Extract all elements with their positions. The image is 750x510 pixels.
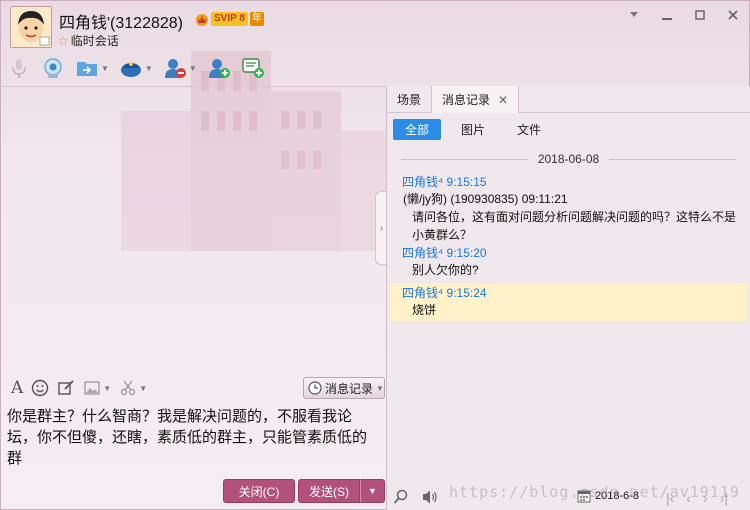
message-header: 四角钱⁴ 9:15:24	[390, 285, 747, 301]
chevron-down-icon[interactable]: ▼	[103, 384, 111, 393]
session-type: ☆ 临时会话	[58, 32, 119, 49]
filter-files[interactable]: 文件	[505, 119, 553, 140]
skin-dropdown-icon[interactable]	[626, 7, 642, 23]
font-icon[interactable]: A	[11, 378, 23, 398]
search-icon[interactable]	[393, 489, 409, 505]
send-row: 关闭(C) 发送(S) ▼	[2, 479, 386, 504]
clock-icon	[308, 381, 322, 395]
tab-message-history[interactable]: 消息记录 ✕	[431, 86, 520, 113]
filter-images[interactable]: 图片	[449, 119, 497, 140]
message-body: 别人欠你的?	[412, 263, 479, 277]
add-user-button[interactable]	[207, 55, 231, 81]
edit-icon[interactable]	[57, 379, 75, 397]
minimize-icon[interactable]	[659, 7, 675, 23]
last-page-icon[interactable]: ›|	[720, 490, 728, 506]
chevron-down-icon: ▼	[188, 63, 197, 73]
message-history-button[interactable]: 消息记录 ▼	[303, 377, 385, 399]
history-date: 2018-06-08	[537, 152, 600, 166]
send-options-icon[interactable]: ▼	[360, 479, 385, 503]
remove-user-icon	[164, 59, 186, 78]
image-icon[interactable]	[83, 379, 101, 397]
microphone-icon[interactable]	[7, 55, 31, 81]
vip-level: SVIP 8	[211, 12, 248, 26]
contact-avatar[interactable]	[10, 6, 52, 48]
history-filters: 全部 图片 文件	[393, 119, 553, 140]
message-time: 9:15:24	[446, 286, 487, 300]
separator-line	[401, 158, 528, 160]
contact-name: 四角钱'(3122828)	[59, 15, 184, 32]
session-type-label: 临时会话	[70, 34, 119, 48]
tab-scene[interactable]: 场景	[387, 86, 431, 113]
calendar-date: 2018-6-8	[595, 490, 640, 502]
conversation-area[interactable]	[2, 86, 386, 374]
history-message[interactable]: 四角钱⁴ 9:15:20 别人欠你的?	[390, 245, 747, 279]
calendar-picker[interactable]: 2018-6-8	[577, 489, 639, 503]
history-pane: 场景 消息记录 ✕ 全部 图片 文件 2018-06-08 四角钱⁴ 9:15:…	[387, 86, 750, 510]
chat-toolbar: ▼ ▼ ▼	[7, 54, 265, 82]
separator-line	[609, 158, 737, 160]
history-message[interactable]: 四角钱⁴ 9:15:15 (懒/jy狗) (190930835) 09:11:2…	[390, 174, 747, 244]
message-history-label: 消息记录	[325, 381, 374, 396]
message-header: 四角钱⁴ 9:15:20	[390, 245, 747, 261]
sender-name: 四角钱⁴	[402, 175, 444, 189]
remote-assist-button[interactable]: ▼	[119, 55, 153, 81]
chevron-down-icon: ▼	[101, 63, 109, 73]
next-page-icon[interactable]: ›	[703, 490, 708, 506]
remote-assist-icon	[120, 62, 141, 77]
history-pager: |‹ ‹ › ›|	[666, 490, 728, 506]
chevron-down-icon: ▼	[144, 63, 153, 73]
file-transfer-icon	[77, 62, 97, 76]
first-page-icon[interactable]: |‹	[666, 490, 674, 506]
close-button[interactable]: 关闭(C)	[223, 479, 295, 503]
history-message-selected[interactable]: 四角钱⁴ 9:15:24 烧饼	[390, 283, 747, 321]
close-tab-icon[interactable]: ✕	[498, 93, 508, 107]
maximize-icon[interactable]	[692, 7, 708, 23]
tab-scene-label: 场景	[397, 93, 422, 107]
star-icon: ☆	[58, 33, 69, 48]
sender-name: 四角钱⁴	[402, 286, 444, 300]
message-button[interactable]	[241, 55, 265, 81]
message-body: 烧饼	[412, 303, 437, 317]
sender-name: 四角钱⁴	[402, 246, 444, 260]
add-user-icon	[208, 59, 230, 78]
date-separator: 2018-06-08	[401, 152, 737, 166]
tab-message-history-label: 消息记录	[442, 93, 491, 107]
chevron-down-icon[interactable]: ▼	[139, 384, 147, 393]
chevron-down-icon: ▼	[376, 383, 384, 393]
file-transfer-button[interactable]: ▼	[75, 55, 109, 81]
crown-icon	[196, 14, 208, 26]
annual-badge: 年	[249, 12, 264, 26]
video-call-icon[interactable]	[41, 55, 65, 81]
chat-left-pane: A ▼ ▼ 消息记录 ▼ 你是群主？什么智商？我是解决问题的，不服看我论坛，你不…	[2, 86, 386, 510]
vip-badge[interactable]: SVIP 8 年	[195, 11, 264, 27]
message-input[interactable]: 你是群主？什么智商？我是解决问题的，不服看我论坛，你不但傻，还瞎，素质低的群主，…	[7, 406, 381, 476]
emoji-icon[interactable]	[31, 379, 49, 397]
message-body: 请问各位，这有面对问题分析问题解决问题的吗？这特么不是小黄群么？	[412, 210, 737, 242]
send-button[interactable]: 发送(S)	[298, 479, 360, 503]
window-controls	[626, 7, 741, 23]
remove-member-button[interactable]: ▼	[163, 55, 197, 81]
history-bottom-bar: 2018-6-8 |‹ ‹ › ›|	[387, 484, 750, 510]
message-time: 9:15:20	[446, 246, 487, 260]
message-header: 四角钱⁴ 9:15:15	[390, 174, 747, 190]
message-icon	[242, 58, 264, 78]
history-tabs: 场景 消息记录 ✕	[387, 86, 750, 113]
input-toolbar: A ▼ ▼ 消息记录 ▼	[2, 374, 386, 402]
scissors-icon[interactable]	[119, 379, 137, 397]
quoted-message-ref: (懒/jy狗) (190930835) 09:11:21	[403, 192, 568, 206]
prev-page-icon[interactable]: ‹	[686, 490, 691, 506]
speaker-icon[interactable]	[421, 489, 439, 505]
close-icon[interactable]	[725, 7, 741, 23]
calendar-icon	[577, 490, 591, 503]
message-time: 9:15:15	[446, 175, 487, 189]
filter-all[interactable]: 全部	[393, 119, 442, 140]
chat-window: 四角钱'(3122828) SVIP 8 年 ☆ 临时会话 ▼ ▼ ▼ A ▼ …	[0, 0, 750, 510]
